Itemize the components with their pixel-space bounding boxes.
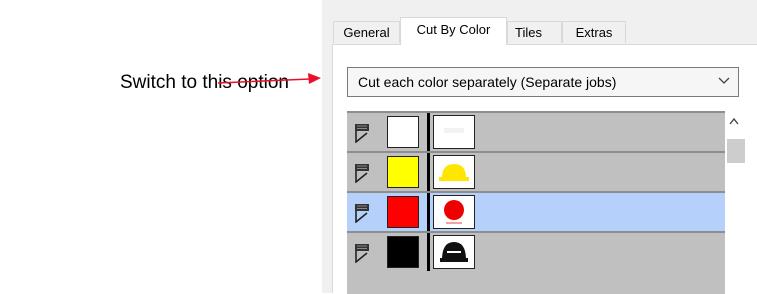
settings-panel: General Cut By Color Tiles Extras Cut ea… <box>322 0 757 294</box>
pen-tool-icon <box>355 244 369 263</box>
color-row-black[interactable] <box>347 231 737 271</box>
black-logo-thumbnail <box>433 235 475 269</box>
color-swatch-yellow[interactable] <box>387 156 419 188</box>
cut-mode-selected-value: Cut each color separately (Separate jobs… <box>358 74 617 90</box>
tab-strip: General Cut By Color Tiles Extras <box>322 0 757 45</box>
chevron-down-icon <box>718 77 730 84</box>
color-row-left-cell <box>347 153 430 191</box>
color-row-left-cell <box>347 193 430 231</box>
red-circle-thumbnail-art <box>444 200 464 224</box>
color-row-red[interactable] <box>347 191 737 231</box>
color-row-white[interactable] <box>347 111 737 151</box>
color-layer-list[interactable] <box>347 111 739 294</box>
yellow-hat-thumbnail-art <box>439 164 469 181</box>
chevron-up-icon[interactable] <box>729 117 739 125</box>
tab-tiles[interactable]: Tiles <box>507 21 562 43</box>
pen-tool-icon <box>355 204 369 223</box>
color-row-left-cell <box>347 113 430 151</box>
tab-cut-by-color[interactable]: Cut By Color <box>400 17 507 45</box>
white-layer-thumbnail <box>433 115 475 149</box>
cut-by-color-content: Cut each color separately (Separate jobs… <box>332 44 757 294</box>
pen-tool-icon <box>355 124 369 143</box>
tab-general[interactable]: General <box>333 21 400 43</box>
color-row-left-cell <box>347 233 430 271</box>
color-swatch-white[interactable] <box>387 116 419 148</box>
tab-extras[interactable]: Extras <box>562 21 626 43</box>
list-scrollbar[interactable] <box>725 111 745 294</box>
color-row-yellow[interactable] <box>347 151 737 191</box>
black-logo-thumbnail-art <box>440 242 468 262</box>
white-layer-thumbnail-art <box>444 128 464 133</box>
red-circle-thumbnail <box>433 195 475 229</box>
color-swatch-red[interactable] <box>387 196 419 228</box>
annotation-arrow <box>218 73 321 84</box>
cut-mode-dropdown[interactable]: Cut each color separately (Separate jobs… <box>347 67 739 97</box>
color-swatch-black[interactable] <box>387 236 419 268</box>
scrollbar-thumb[interactable] <box>727 139 745 163</box>
yellow-hat-thumbnail <box>433 155 475 189</box>
pen-tool-icon <box>355 164 369 183</box>
